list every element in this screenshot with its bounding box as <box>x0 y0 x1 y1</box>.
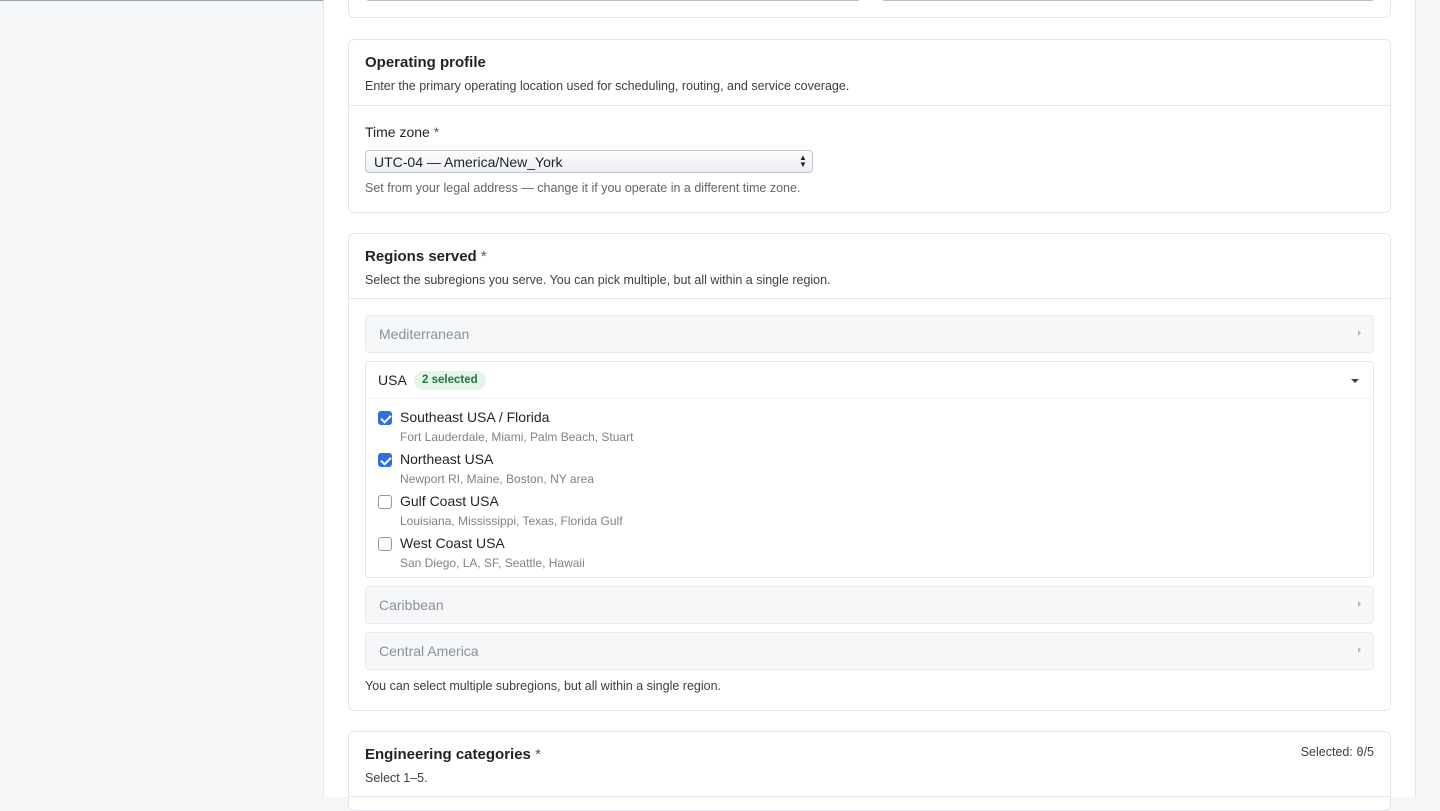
subregion-checkbox[interactable] <box>378 495 392 509</box>
required-mark: * <box>535 746 541 763</box>
timezone-select-value: UTC-04 — America/New_York <box>374 154 563 170</box>
region-usa: USA 2 selected Southeast USA / Florida F… <box>365 361 1374 578</box>
subregion-option: Gulf Coast USA Louisiana, Mississippi, T… <box>378 493 1078 533</box>
region-mediterranean[interactable]: Mediterranean <box>365 315 1374 353</box>
timezone-label: Time zone * <box>365 124 439 140</box>
region-usa-header[interactable]: USA 2 selected <box>366 362 1373 399</box>
chevron-right-icon <box>1358 647 1361 653</box>
timezone-help: Set from your legal address — change it … <box>365 181 801 195</box>
operating-profile-card: Operating profile Enter the primary oper… <box>348 39 1391 213</box>
region-caribbean[interactable]: Caribbean <box>365 586 1374 624</box>
regions-help: You can select multiple subregions, but … <box>365 679 721 693</box>
region-label: Central America <box>379 643 479 659</box>
subregion-option: West Coast USA San Diego, LA, SF, Seattl… <box>378 535 1078 575</box>
selected-count-badge: 2 selected <box>414 371 486 390</box>
regions-served-description: Select the subregions you serve. You can… <box>365 273 831 287</box>
regions-served-title: Regions served * <box>365 248 1374 266</box>
subregion-title: West Coast USA <box>400 535 505 551</box>
engineering-title-text: Engineering categories <box>365 746 531 763</box>
previous-field-edge <box>883 0 1373 1</box>
card-divider <box>349 298 1390 299</box>
selected-counter-label: Selected: <box>1300 745 1353 759</box>
subregion-checkbox[interactable] <box>378 411 392 425</box>
select-arrows-icon: ▲ ▼ <box>799 153 807 169</box>
subregion-cities: Louisiana, Mississippi, Texas, Florida G… <box>400 514 623 528</box>
timezone-label-text: Time zone <box>365 124 430 140</box>
selected-counter: Selected: 0/5 <box>1301 745 1374 759</box>
subregion-title: Southeast USA / Florida <box>400 409 550 425</box>
chevron-right-icon <box>1358 601 1361 607</box>
required-mark: * <box>480 248 487 265</box>
form-column: Operating profile Enter the primary oper… <box>323 0 1416 811</box>
subregion-cities: Fort Lauderdale, Miami, Palm Beach, Stua… <box>400 430 634 444</box>
scrollbar-track[interactable] <box>1416 0 1440 797</box>
subregion-checkbox[interactable] <box>378 453 392 467</box>
operating-profile-title: Operating profile <box>365 54 486 71</box>
chevron-right-icon <box>1358 330 1361 336</box>
engineering-categories-title: Engineering categories * <box>365 746 1374 764</box>
subregion-option: Southeast USA / Florida Fort Lauderdale,… <box>378 409 1078 449</box>
subregion-title: Northeast USA <box>400 451 494 467</box>
required-mark: * <box>433 124 440 140</box>
regions-title-text: Regions served <box>365 248 477 265</box>
previous-card-fragment <box>348 0 1391 18</box>
chevron-down-icon <box>1351 379 1359 383</box>
subregion-cities: Newport RI, Maine, Boston, NY area <box>400 472 594 486</box>
previous-field-edge <box>367 0 859 1</box>
engineering-categories-description: Select 1–5. <box>365 771 428 785</box>
card-divider <box>349 105 1390 106</box>
subregion-title: Gulf Coast USA <box>400 493 499 509</box>
region-label: Mediterranean <box>379 326 470 342</box>
engineering-categories-card: Engineering categories * Select 1–5. Sel… <box>348 731 1391 811</box>
subregion-option: Northeast USA Newport RI, Maine, Boston,… <box>378 451 1078 491</box>
region-central-america[interactable]: Central America <box>365 632 1374 670</box>
selected-counter-value: 0 <box>1356 745 1364 759</box>
region-label: Caribbean <box>379 597 444 613</box>
subregion-cities: San Diego, LA, SF, Seattle, Hawaii <box>400 556 585 570</box>
subregion-checkbox[interactable] <box>378 537 392 551</box>
selected-counter-max: /5 <box>1363 745 1374 759</box>
timezone-select[interactable]: UTC-04 — America/New_York ▲ ▼ <box>365 150 813 173</box>
regions-served-card: Regions served * Select the subregions y… <box>348 233 1391 711</box>
region-label: USA <box>378 372 407 388</box>
operating-profile-description: Enter the primary operating location use… <box>365 79 850 93</box>
